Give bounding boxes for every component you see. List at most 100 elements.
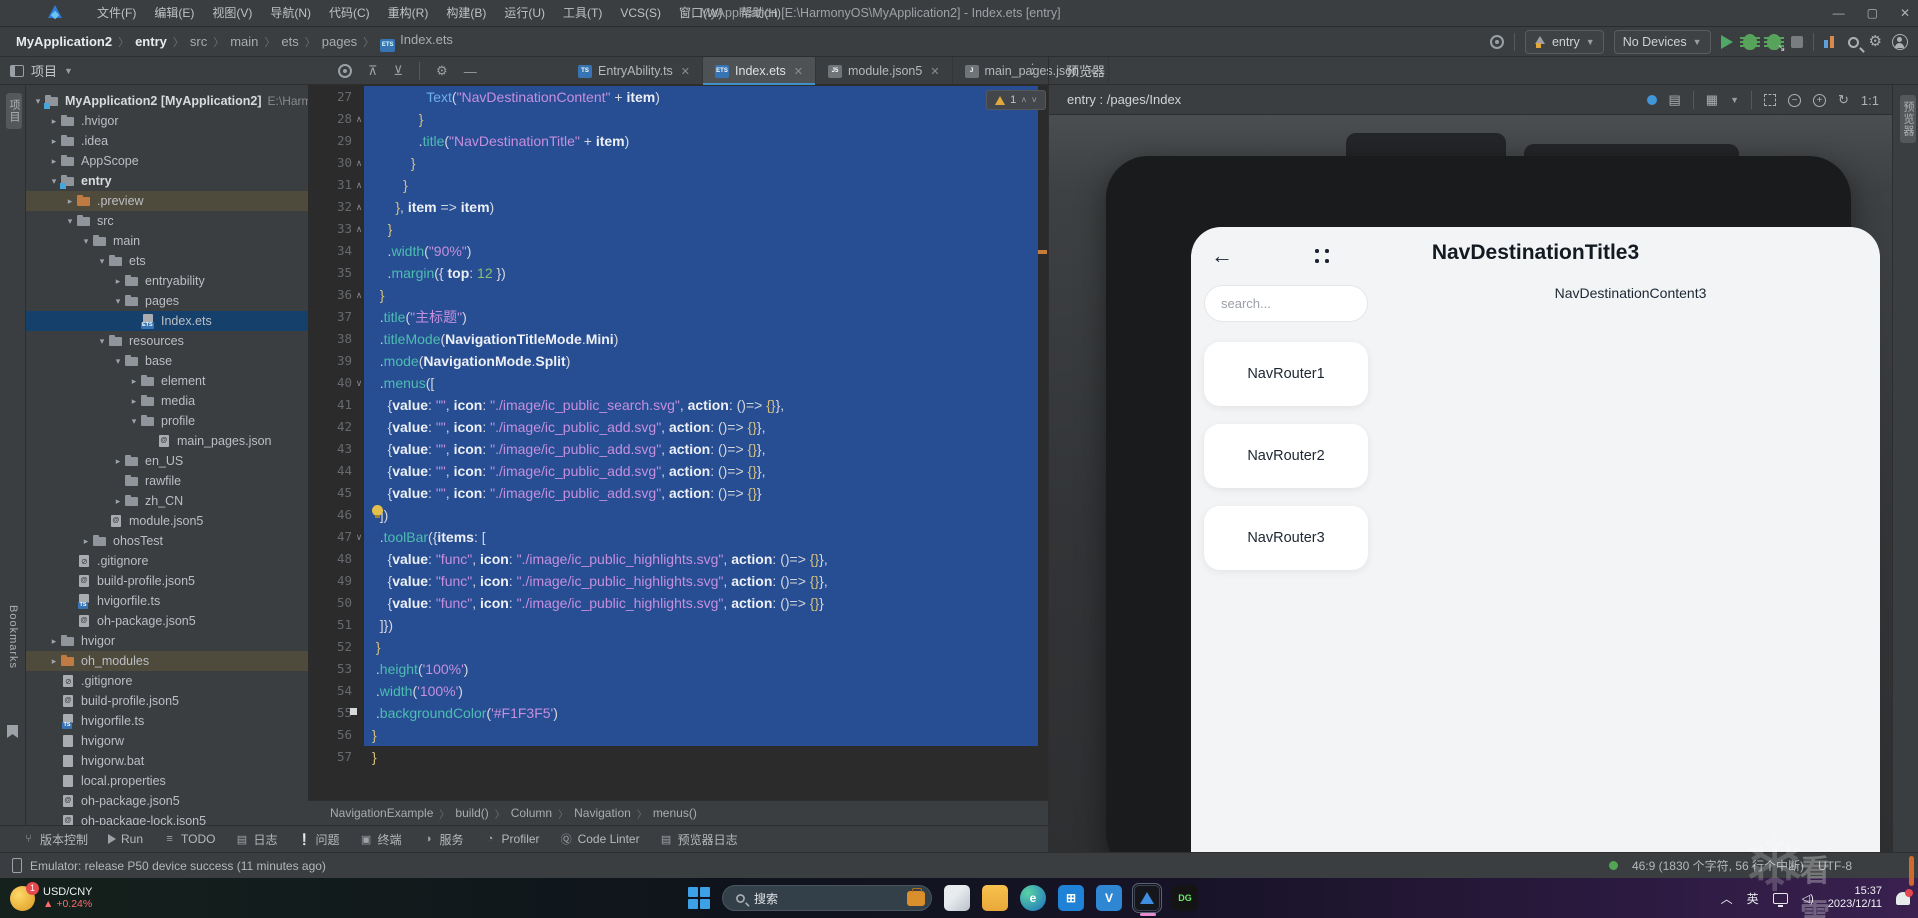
code-line-41[interactable]: 41 {value: "", icon: "./image/ic_public_… (308, 394, 1048, 416)
close-icon[interactable]: ✕ (794, 65, 803, 78)
tree-item-local.properties[interactable]: local.properties (26, 771, 308, 791)
tree-item-ets[interactable]: ▾ ets (26, 251, 308, 271)
attach-debugger-button[interactable] (1763, 34, 1786, 54)
chevron-icon[interactable]: ▸ (48, 116, 60, 127)
prev-warning-icon[interactable]: ˄ (1021, 95, 1026, 105)
chevron-icon[interactable]: ▸ (48, 636, 60, 647)
editor-breadcrumb-item[interactable]: build() (455, 806, 488, 820)
gear-icon[interactable]: ⚙ (436, 63, 448, 79)
tab-Index.ets[interactable]: ETS Index.ets ✕ (703, 57, 816, 86)
chevron-icon[interactable]: ▾ (64, 216, 76, 227)
tree-item-.preview[interactable]: ▸ .preview (26, 191, 308, 211)
tree-item-entry[interactable]: ▾ entry (26, 171, 308, 191)
breadcrumb-item[interactable]: ETS Index.ets (376, 32, 457, 52)
close-button[interactable]: ✕ (1900, 0, 1910, 27)
breadcrumb-item[interactable]: entry (131, 34, 171, 49)
fold-marker-icon[interactable]: ∨ (354, 526, 364, 548)
edge-browser-button[interactable]: e (1020, 885, 1046, 911)
tree-item-entryability[interactable]: ▸ entryability (26, 271, 308, 291)
code-line-38[interactable]: 38 .titleMode(NavigationTitleMode.Mini) (308, 328, 1048, 350)
chevron-icon[interactable]: ▾ (112, 296, 124, 307)
tab-EntryAbility.ts[interactable]: TS EntryAbility.ts ✕ (566, 57, 704, 85)
chevron-icon[interactable]: ▸ (64, 196, 76, 207)
code-line-50[interactable]: 50 {value: "func", icon: "./image/ic_pub… (308, 592, 1048, 614)
tree-item-build-profile.json5[interactable]: build-profile.json5 (26, 691, 308, 711)
toolwin-button-日志[interactable]: ▤ 日志 (227, 826, 285, 853)
tab-options-icon[interactable]: ⋮ (1026, 61, 1039, 77)
stripe-previewer-button[interactable]: 预览器 (1900, 95, 1916, 143)
chevron-icon[interactable]: ▸ (128, 376, 140, 387)
clock[interactable]: 15:37 2023/12/11 (1828, 885, 1882, 911)
chevron-icon[interactable]: ▸ (48, 136, 60, 147)
code-line-31[interactable]: 31 ∧ } (308, 174, 1048, 196)
vscode-button[interactable]: V (1096, 885, 1122, 911)
code-line-45[interactable]: 45 {value: "", icon: "./image/ic_public_… (308, 482, 1048, 504)
taskbar-search[interactable]: 搜索 (722, 885, 932, 911)
menu-工具(T)[interactable]: 工具(T) (554, 0, 611, 26)
tree-item-main_pages.json[interactable]: main_pages.json (26, 431, 308, 451)
menu-视图(V)[interactable]: 视图(V) (203, 0, 261, 26)
code-line-57[interactable]: 57} (308, 746, 1048, 768)
fit-screen-icon[interactable] (1764, 94, 1777, 106)
code-line-46[interactable]: 46 ]) (308, 504, 1048, 526)
tree-item-profile[interactable]: ▾ profile (26, 411, 308, 431)
stripe-project-button[interactable]: 项目 (6, 93, 22, 129)
module-selector[interactable]: entry ▼ (1524, 30, 1604, 54)
stop-button[interactable] (1790, 36, 1803, 48)
code-line-44[interactable]: 44 {value: "", icon: "./image/ic_public_… (308, 460, 1048, 482)
code-line-34[interactable]: 34 .width("90%") (308, 240, 1048, 262)
code-line-54[interactable]: 54 .width('100%') (308, 680, 1048, 702)
code-line-36[interactable]: 36 ∧ } (308, 284, 1048, 306)
caret-position[interactable]: 46:9 (1830 个字符, 56 行个中断) (1632, 857, 1804, 874)
tree-item-build-profile.json5[interactable]: build-profile.json5 (26, 571, 308, 591)
tab-module.json5[interactable]: J5 module.json5 ✕ (816, 57, 953, 85)
close-icon[interactable]: ✕ (681, 65, 690, 78)
multi-profile-icon[interactable]: ▦ (1706, 92, 1718, 108)
rotate-icon[interactable]: ↻ (1838, 92, 1849, 108)
input-language[interactable]: 英 (1747, 890, 1759, 907)
code-line-33[interactable]: 33 ∧ } (308, 218, 1048, 240)
chevron-icon[interactable]: ▸ (112, 496, 124, 507)
tree-item-main[interactable]: ▾ main (26, 231, 308, 251)
toolwin-button-预览器日志[interactable]: ▤ 预览器日志 (652, 826, 746, 853)
tree-item-oh-package.json5[interactable]: oh-package.json5 (26, 791, 308, 811)
fold-marker-icon[interactable]: ∧ (354, 152, 364, 174)
tree-item-src[interactable]: ▾ src (26, 211, 308, 231)
tree-item-en_US[interactable]: ▸ en_US (26, 451, 308, 471)
toolwin-button-Run[interactable]: Run (100, 826, 151, 853)
fold-marker-icon[interactable]: ∧ (354, 174, 364, 196)
chevron-icon[interactable]: ▾ (80, 236, 92, 247)
debug-button[interactable] (1739, 34, 1760, 50)
tree-item-module.json5[interactable]: module.json5 (26, 511, 308, 531)
tree-item-base[interactable]: ▾ base (26, 351, 308, 371)
editor-breadcrumb-item[interactable]: NavigationExample (330, 806, 433, 820)
project-panel-header[interactable]: 项目 ▼ (10, 61, 73, 80)
chevron-icon[interactable]: ▸ (128, 396, 140, 407)
tree-item-MyApplication2 [MyApplication2][interactable]: ▾ MyApplication2 [MyApplication2] E:\Harm (26, 91, 308, 111)
code-line-55[interactable]: 55 .backgroundColor('#F1F3F5') (308, 702, 1048, 724)
code-line-30[interactable]: 30 ∧ } (308, 152, 1048, 174)
code-line-43[interactable]: 43 {value: "", icon: "./image/ic_public_… (308, 438, 1048, 460)
fold-marker-icon[interactable]: ∧ (354, 196, 364, 218)
code-editor[interactable]: 27 Text("NavDestinationContent" + item) 2… (308, 85, 1048, 800)
zoom-out-icon[interactable]: − (1788, 93, 1802, 107)
breadcrumb-item[interactable]: pages (318, 34, 361, 49)
chevron-icon[interactable]: ▸ (48, 156, 60, 167)
stripe-bookmarks-button[interactable]: Bookmarks (7, 605, 19, 669)
chevron-icon[interactable]: ▾ (96, 256, 108, 267)
tree-item-hvigorfile.ts[interactable]: hvigorfile.ts (26, 591, 308, 611)
tree-item-hvigorw[interactable]: hvigorw (26, 731, 308, 751)
code-line-32[interactable]: 32 ∧ }, item => item) (308, 196, 1048, 218)
menu-重构(R)[interactable]: 重构(R) (379, 0, 438, 26)
search-input[interactable]: search... (1204, 285, 1368, 322)
chevron-icon[interactable]: ▾ (48, 176, 60, 187)
search-icon[interactable] (1847, 36, 1859, 48)
inspector-toggle-icon[interactable] (1646, 95, 1657, 105)
volume-icon[interactable]: ◁) (1802, 892, 1814, 905)
editor-breadcrumb-item[interactable]: Column (511, 806, 552, 820)
task-view-button[interactable] (944, 885, 970, 911)
code-line-51[interactable]: 51 ]}) (308, 614, 1048, 636)
tree-item-hvigor[interactable]: ▸ hvigor (26, 631, 308, 651)
next-warning-icon[interactable]: ˅ (1032, 95, 1037, 105)
deveco-studio-button[interactable] (1132, 883, 1162, 916)
